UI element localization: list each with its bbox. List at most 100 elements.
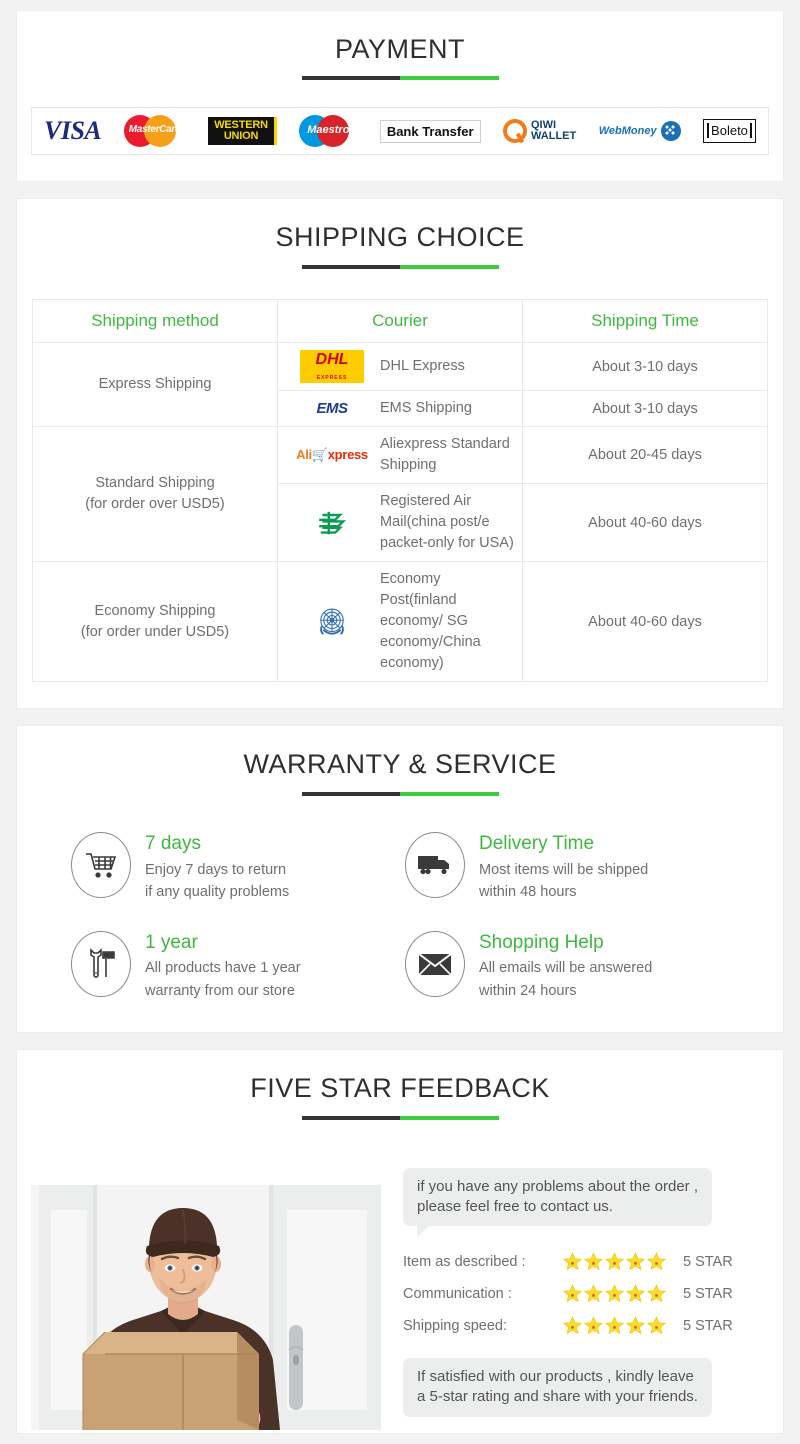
payment-section: PAYMENT VISA MasterCard WESTERN UNION Ma… [16,10,784,183]
shipping-title: SHIPPING CHOICE [275,222,525,253]
feedback-title: FIVE STAR FEEDBACK [250,1073,550,1104]
star-icon [626,1284,645,1303]
feedback-header: FIVE STAR FEEDBACK [17,1072,783,1120]
warranty-items-grid: 7 days Enjoy 7 days to return if any qua… [71,830,729,1002]
courier-label: Economy Post(finland economy/ SG economy… [380,571,481,672]
ems-logo: EMS [284,401,380,417]
star-icon [605,1252,624,1271]
star-icon [605,1316,624,1335]
warranty-item-title: Shopping Help [479,931,604,953]
payment-header: PAYMENT [17,33,783,81]
method-label: Express Shipping [98,376,212,393]
rating-label: Shipping speed: [403,1317,507,1334]
shipping-table: Shipping method Courier Shipping Time Ex… [32,298,768,683]
bank-transfer-label: Bank Transfer [379,119,481,143]
delivery-man-holding-box-photo [31,1149,381,1430]
feedback-details: if you have any problems about the order… [381,1150,783,1433]
title-underline [301,791,499,796]
warranty-item-desc-line2: if any quality problems [145,884,290,901]
courier-label: DHL Express [380,358,465,375]
cell-courier: DHL EXPRESS DHL Express [277,341,523,392]
webmoney-globe-icon [660,121,681,142]
rating-row-item-as-described: Item as described : 5 STAR [403,1252,765,1271]
dhl-sublabel: EXPRESS [316,374,348,381]
mastercard-label: MasterCard [128,124,181,136]
warranty-item-desc-line2: warranty from our store [145,982,295,999]
payment-title: PAYMENT [334,34,465,64]
star-icon [647,1252,666,1271]
column-header-shipping-time: Shipping Time [522,298,768,343]
warranty-item-7-days: 7 days Enjoy 7 days to return if any qua… [71,830,395,904]
underline-dark-half [301,76,400,81]
underline-green-half [400,791,499,796]
cell-shipping-time: About 3-10 days [522,341,768,392]
courier-label: Registered Air Mail(china post/e packet-… [380,493,514,552]
title-underline [301,1115,499,1120]
star-icon [605,1284,624,1303]
wrench-hammer-glyph [90,947,115,978]
warranty-item-desc-line1: Most items will be shipped [479,861,649,878]
western-union-line2: UNION [223,130,259,143]
star-icon [563,1316,582,1335]
star-icon [647,1316,666,1335]
cell-courier: Ali🛒xpress Aliexpress Standard Shipping [277,426,523,485]
ems-label: EMS [316,400,348,418]
warranty-title: WARRANTY & SERVICE [243,749,557,780]
envelope-icon [405,930,465,997]
warranty-item-1-year: 1 year All products have 1 year warranty… [71,929,395,1003]
cell-shipping-method: Express Shipping [32,341,278,428]
star-icon [584,1316,603,1335]
cell-shipping-time: About 3-10 days [522,390,768,428]
star-icon [563,1284,582,1303]
title-underline [301,264,499,269]
star-icon [584,1252,603,1271]
feedback-section: FIVE STAR FEEDBACK if you have any probl… [16,1049,784,1434]
shopping-cart-icon [71,831,131,898]
united-nations-icon [320,608,344,635]
star-icon [563,1252,582,1271]
maestro-label: Maestro [307,124,350,137]
delivery-truck-glyph [418,855,449,874]
leave-rating-bubble: If satisfied with our products , kindly … [403,1358,712,1417]
contact-us-line1: if you have any problems about the order… [417,1177,699,1195]
aliexpress-logo: Ali🛒xpress [296,447,368,463]
warranty-item-desc-line1: All emails will be answered [479,960,653,977]
warranty-section: WARRANTY & SERVICE 7 days Enjoy 7 days t… [16,725,784,1034]
warranty-item-title: 7 days [145,832,201,854]
cell-courier: EMS EMS Shipping [277,390,523,428]
warranty-item-desc-line1: Enjoy 7 days to return [145,861,287,878]
method-sublabel: (for order under USD5) [80,623,230,640]
underline-dark-half [301,264,400,269]
star-rating-icons [563,1284,683,1303]
cell-shipping-time: About 40-60 days [522,483,768,563]
feedback-body: if you have any problems about the order… [17,1149,783,1433]
warranty-header: WARRANTY & SERVICE [17,748,783,796]
contact-us-bubble: if you have any problems about the order… [403,1167,713,1237]
star-icon [626,1252,645,1271]
courier-label: Aliexpress Standard Shipping [380,436,510,474]
rating-row-communication: Communication : 5 STAR [403,1284,765,1303]
rating-label: Item as described : [403,1253,526,1270]
qiwi-wallet-logo: QIWI WALLET [503,112,576,150]
table-row: Express Shipping DHL EXPRESS DHL Express [32,341,768,428]
leave-rating-line1: If satisfied with our products , kindly … [417,1368,694,1386]
underline-dark-half [301,1115,400,1120]
boleto-label: Boleto [707,123,752,139]
mastercard-logo: MasterCard [123,112,186,150]
delivery-man-illustration [31,1149,381,1430]
visa-label: VISA [44,116,102,146]
un-post-logo [284,603,380,641]
delivery-truck-icon [405,831,465,898]
underline-green-half [400,1115,499,1120]
column-header-courier: Courier [277,298,523,343]
shopping-cart-glyph [86,853,117,878]
cell-shipping-method: Economy Shipping (for order under USD5) [32,561,278,683]
title-underline [301,76,499,81]
bank-transfer-logo: Bank Transfer [379,112,481,150]
china-post-logo [284,507,380,539]
warranty-item-title: 1 year [145,931,198,953]
promo-page: PAYMENT VISA MasterCard WESTERN UNION Ma… [0,0,800,1444]
table-header-row: Shipping method Courier Shipping Time [32,298,768,343]
star-rating-icons [563,1252,683,1271]
star-rating-icons [563,1316,683,1335]
